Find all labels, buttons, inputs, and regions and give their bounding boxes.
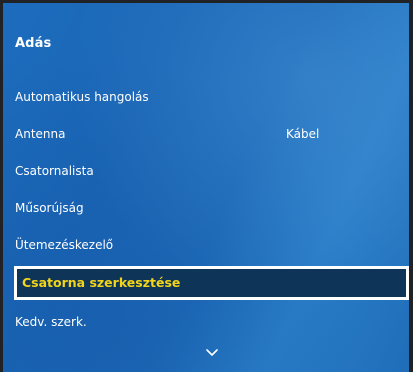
menu-item-label: Műsorújság (15, 201, 84, 215)
menu-item-label: Kedv. szerk. (15, 315, 87, 329)
menu-item-antenna[interactable]: Antenna Kábel (3, 118, 409, 152)
menu-item-label: Ütemezéskezelő (15, 238, 114, 252)
menu-item-channel-list[interactable]: Csatornalista (3, 155, 409, 189)
menu-item-label: Antenna (15, 127, 66, 141)
panel-title: Adás (15, 36, 52, 51)
menu-item-label: Automatikus hangolás (15, 90, 149, 104)
menu-item-edit-favorites[interactable]: Kedv. szerk. (3, 306, 409, 340)
menu-item-value: Kábel (286, 127, 320, 141)
menu-item-label: Csatorna szerkesztése (22, 275, 181, 290)
broadcast-menu-panel: Adás Automatikus hangolás Antenna Kábel … (3, 3, 409, 372)
chevron-down-icon[interactable] (205, 348, 219, 358)
menu-item-auto-tuning[interactable]: Automatikus hangolás (3, 81, 409, 115)
menu-item-label: Csatornalista (15, 164, 94, 178)
menu-item-program-guide[interactable]: Műsorújság (3, 192, 409, 226)
menu-item-edit-channels[interactable]: Csatorna szerkesztése (14, 266, 409, 300)
menu-item-schedule-manager[interactable]: Ütemezéskezelő (3, 229, 409, 263)
tv-screen-frame: Adás Automatikus hangolás Antenna Kábel … (0, 0, 413, 372)
